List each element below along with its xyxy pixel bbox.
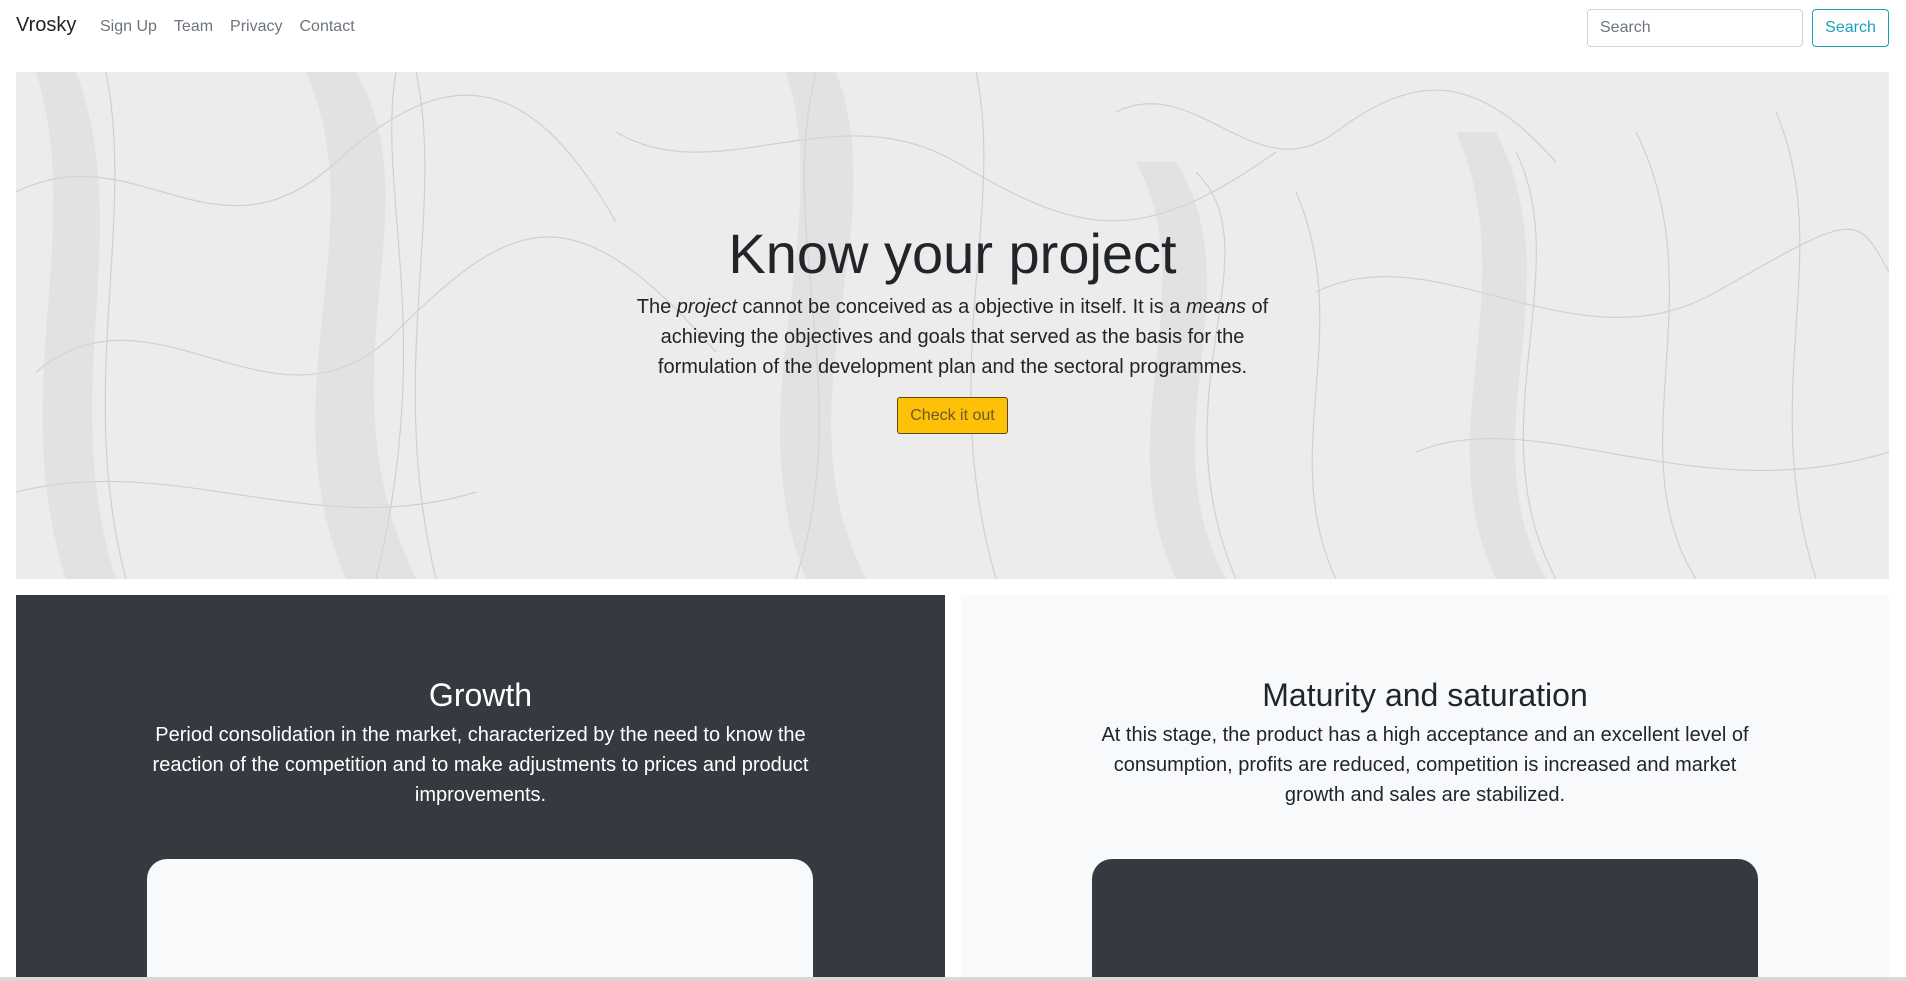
nav-link-privacy[interactable]: Privacy	[230, 18, 282, 36]
hero-content: Know your project The project cannot be …	[16, 72, 1889, 579]
hero-text-emphasis-project: project	[676, 296, 737, 318]
hero-title: Know your project	[728, 222, 1177, 285]
panel-growth: Growth Period consolidation in the marke…	[16, 595, 945, 981]
hero-lead-text: The project cannot be conceived as a obj…	[623, 292, 1283, 382]
hero-text-part: The	[636, 296, 677, 318]
hero-text-emphasis-means: means	[1185, 296, 1246, 318]
brand-logo[interactable]: Vrosky	[16, 14, 76, 37]
panel-title-growth: Growth	[428, 677, 533, 713]
check-it-out-button[interactable]: Check it out	[897, 397, 1008, 434]
navbar: Vrosky Sign Up Team Privacy Contact Sear…	[0, 0, 1906, 56]
search-button[interactable]: Search	[1812, 9, 1889, 47]
nav-links: Sign Up Team Privacy Contact	[100, 18, 372, 36]
panel-title-maturity: Maturity and saturation	[1262, 677, 1588, 713]
hero-text-part: cannot be conceived as a objective in it…	[736, 296, 1186, 318]
search-input[interactable]	[1587, 9, 1803, 47]
panel-card-light	[147, 859, 813, 981]
nav-link-sign-up[interactable]: Sign Up	[100, 18, 157, 36]
nav-link-contact[interactable]: Contact	[300, 18, 355, 36]
panel-text-growth: Period consolidation in the market, char…	[152, 724, 809, 806]
nav-link-team[interactable]: Team	[174, 18, 213, 36]
panel-maturity: Maturity and saturation At this stage, t…	[961, 595, 1889, 981]
panel-card-dark	[1092, 859, 1758, 981]
panel-text-maturity: At this stage, the product has a high ac…	[1101, 724, 1749, 806]
window-bottom-edge	[0, 977, 1906, 981]
hero-jumbotron: Know your project The project cannot be …	[16, 72, 1889, 579]
